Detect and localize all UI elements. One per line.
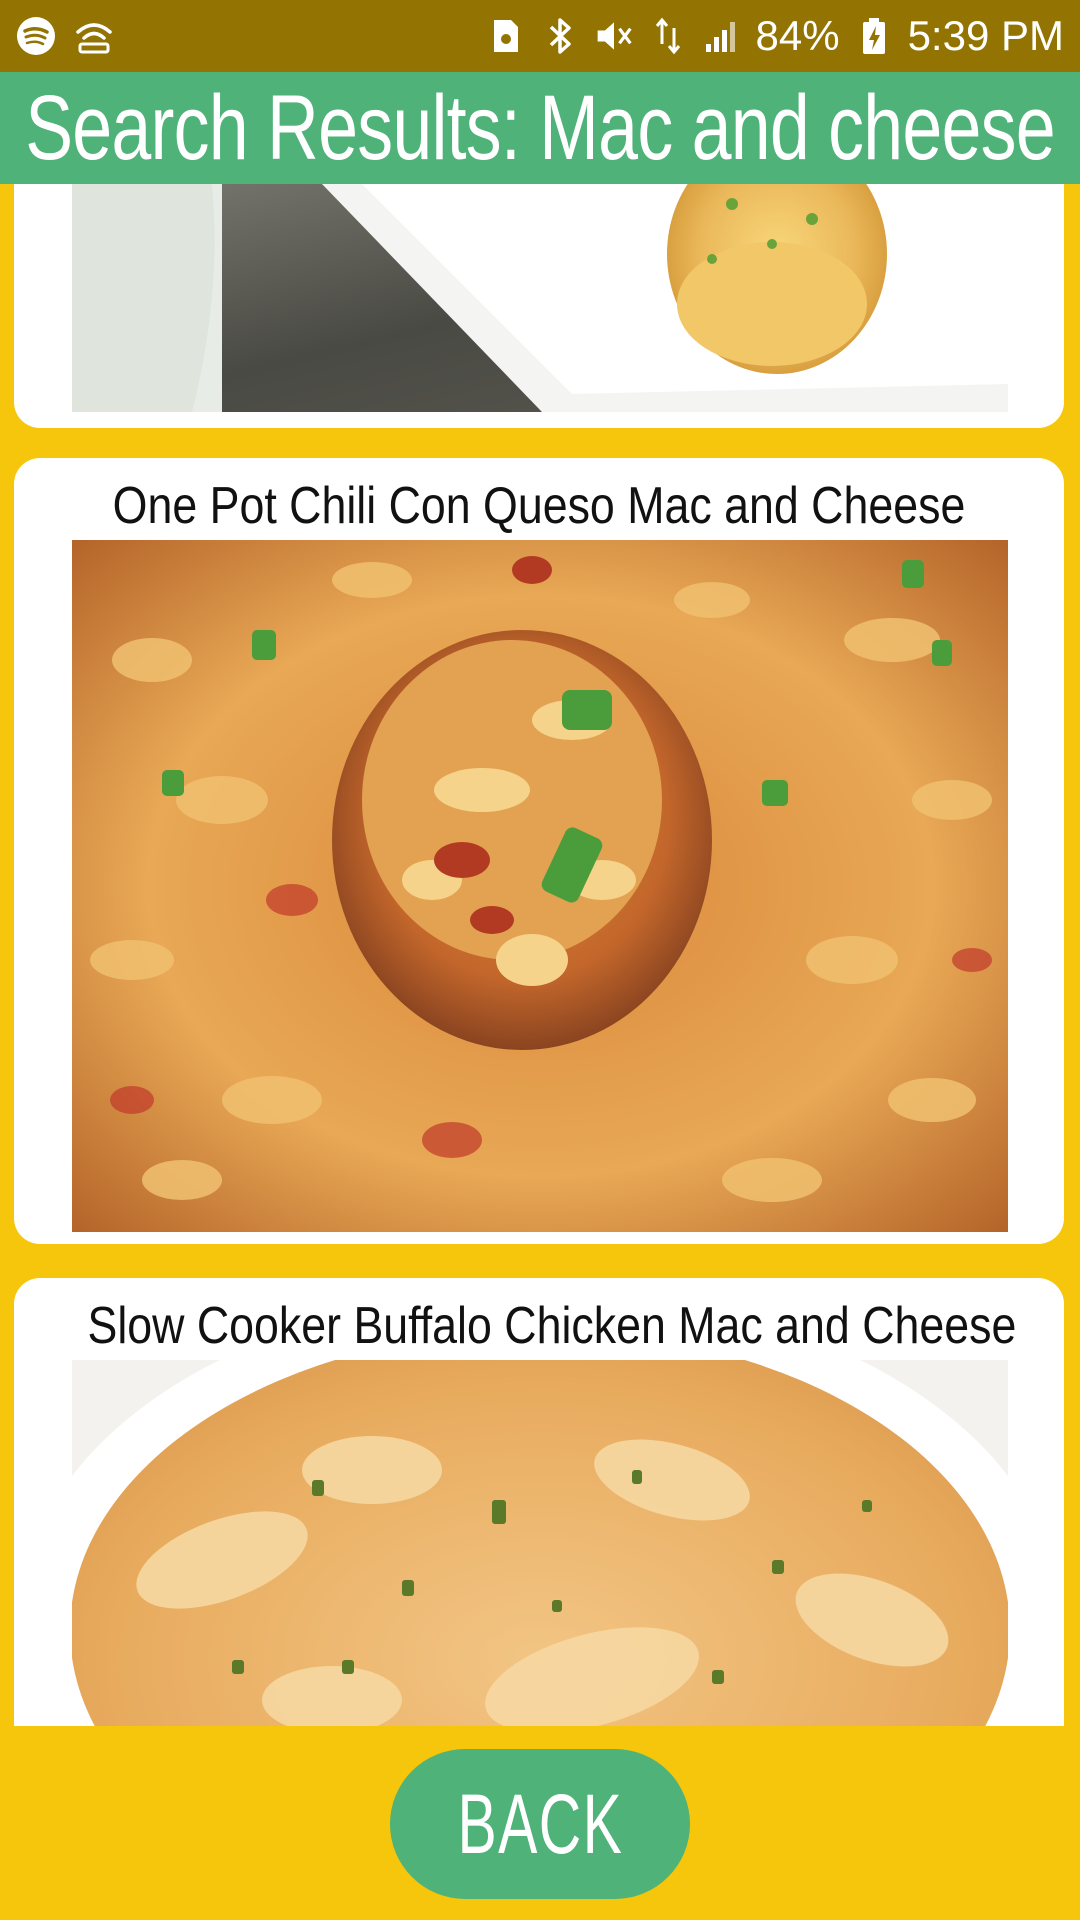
- battery-charging-icon: [854, 16, 894, 56]
- sim-card-icon: [486, 16, 526, 56]
- result-title[interactable]: Slow Cooker Buffalo Chicken Mac and Chee…: [88, 1296, 1017, 1356]
- result-card[interactable]: Slow Cooker Buffalo Chicken Mac and Chee…: [14, 1278, 1064, 1726]
- back-button-label: BACK: [457, 1776, 623, 1871]
- page-title: Search Results: Mac and cheese: [25, 76, 1055, 179]
- status-left-icons: [16, 16, 114, 56]
- mute-icon: [594, 16, 634, 56]
- bluetooth-icon: [540, 16, 580, 56]
- result-title[interactable]: One Pot Chili Con Queso Mac and Cheese: [88, 476, 991, 536]
- battery-percent: 84%: [755, 12, 840, 59]
- result-image[interactable]: [72, 1360, 1008, 1726]
- result-card[interactable]: [14, 184, 1064, 428]
- result-image[interactable]: [72, 184, 1008, 412]
- back-button[interactable]: BACK: [390, 1749, 690, 1899]
- status-bar: 84% 5:39 PM: [0, 0, 1080, 72]
- result-card[interactable]: One Pot Chili Con Queso Mac and Cheese: [14, 458, 1064, 1244]
- signal-icon: [702, 16, 742, 56]
- header-bar: Search Results: Mac and cheese: [0, 72, 1080, 184]
- result-image[interactable]: [72, 540, 1008, 1232]
- data-icon: [648, 16, 688, 56]
- clock: 5:39 PM: [907, 12, 1064, 59]
- results-list[interactable]: One Pot Chili Con Queso Mac and Cheese S…: [0, 184, 1080, 1726]
- spotify-icon: [16, 16, 56, 56]
- status-right-icons: 84% 5:39 PM: [486, 12, 1064, 60]
- wifi-hotspot-icon: [74, 16, 114, 56]
